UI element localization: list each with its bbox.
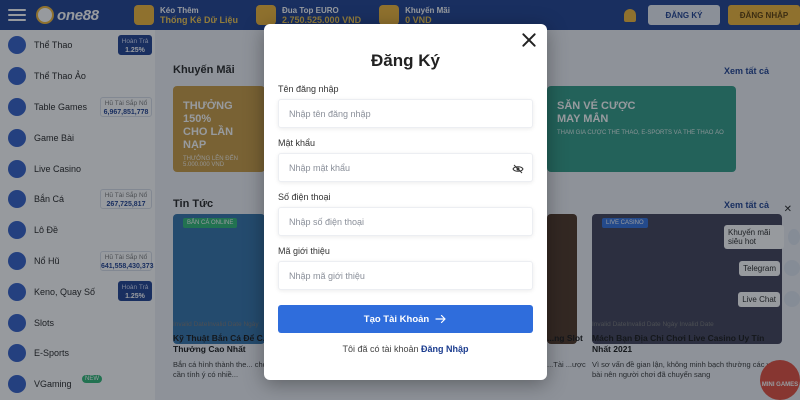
username-label: Tên đăng nhập	[278, 84, 339, 94]
create-account-label: Tạo Tài Khoản	[363, 313, 430, 325]
username-input[interactable]	[278, 99, 533, 128]
eye-off-icon[interactable]	[512, 163, 524, 175]
login-link[interactable]: Đăng Nhập	[421, 344, 469, 354]
referral-code-input[interactable]	[278, 261, 533, 290]
have-account-line: Tôi đã có tài khoản Đăng Nhập	[264, 344, 547, 354]
create-account-button[interactable]: Tạo Tài Khoản	[278, 305, 533, 333]
referral-label: Mã giới thiệu	[278, 246, 330, 256]
phone-label: Số điện thoại	[278, 192, 331, 202]
have-account-text: Tôi đã có tài khoản	[342, 344, 419, 354]
register-modal: Đăng Ký Tên đăng nhập Mật khẩu Số điện t…	[264, 24, 547, 380]
password-label: Mật khẩu	[278, 138, 316, 148]
arrow-right-icon	[435, 314, 446, 324]
close-icon[interactable]	[520, 31, 538, 49]
modal-title: Đăng Ký	[371, 51, 440, 70]
phone-input[interactable]	[278, 207, 533, 236]
password-input[interactable]	[278, 153, 533, 182]
